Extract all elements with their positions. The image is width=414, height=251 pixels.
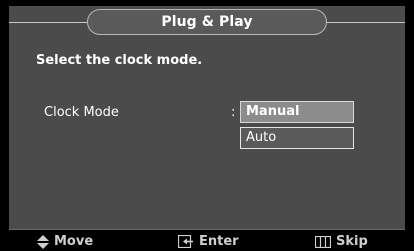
skip-hint-label: Skip [336,234,368,249]
tv-screen: Plug & Play Select the clock mode. Clock… [0,0,414,251]
key-guide-bar: Move Enter Skip [9,229,405,251]
title-divider-left [9,22,87,23]
clock-mode-option-auto[interactable]: Auto [240,127,354,149]
title-divider-right [327,22,405,23]
clock-mode-separator: : [231,105,236,120]
clock-mode-label: Clock Mode [44,105,119,120]
skip-icon [315,235,331,248]
clock-mode-option-manual[interactable]: Manual [240,101,354,123]
move-hint-label: Move [54,234,94,249]
dialog-title: Plug & Play [161,14,253,30]
enter-icon [178,235,193,248]
enter-hint-label: Enter [199,234,239,249]
dialog-title-bar: Plug & Play [87,9,327,35]
up-down-arrow-icon [37,234,49,249]
enter-hint: Enter [178,234,239,249]
skip-hint: Skip [315,234,368,249]
plug-and-play-dialog: Plug & Play Select the clock mode. Clock… [9,6,405,251]
dialog-prompt: Select the clock mode. [36,53,203,68]
move-hint: Move [37,234,93,249]
